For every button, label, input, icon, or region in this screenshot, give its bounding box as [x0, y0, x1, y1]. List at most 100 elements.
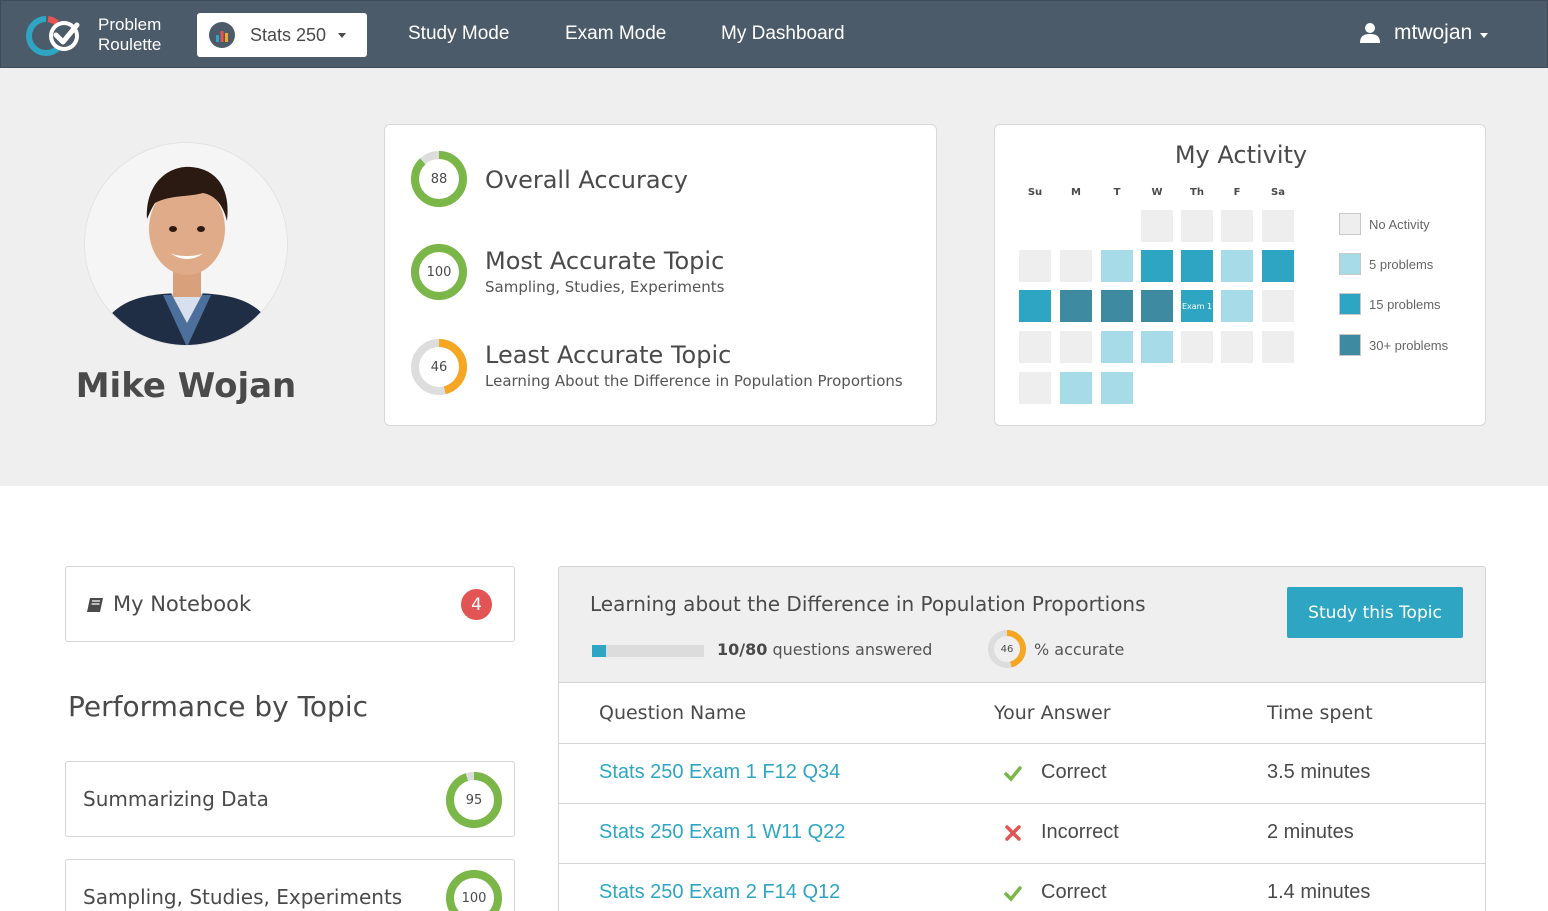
notebook-label: My Notebook — [113, 592, 252, 616]
legend-label: 30+ problems — [1369, 337, 1449, 353]
user-caret-icon — [1480, 32, 1489, 38]
my-notebook-button[interactable]: My Notebook 4 — [65, 566, 515, 642]
activity-day-cell[interactable] — [1141, 250, 1173, 282]
weekday-label: T — [1113, 187, 1121, 198]
activity-day-cell[interactable] — [1101, 331, 1133, 363]
legend-swatch — [1339, 253, 1361, 275]
column-header-question-name[interactable]: Question Name — [599, 702, 746, 724]
legend-label: No Activity — [1369, 216, 1430, 232]
topic-accuracy-ring-small: 46 — [988, 630, 1026, 668]
activity-day-cell[interactable] — [1221, 210, 1253, 242]
answer-result: Incorrect — [1041, 821, 1119, 843]
question-link[interactable]: Stats 250 Exam 2 F14 Q12 — [599, 881, 840, 904]
legend-swatch — [1339, 293, 1361, 315]
activity-day-cell[interactable] — [1060, 250, 1092, 282]
activity-day-cell[interactable] — [1141, 331, 1173, 363]
column-header-time-spent[interactable]: Time spent — [1267, 702, 1373, 724]
activity-day-cell[interactable] — [1060, 290, 1092, 322]
overall-accuracy-title: Overall Accuracy — [485, 166, 688, 194]
answer-result: Correct — [1041, 761, 1107, 783]
activity-day-cell[interactable] — [1101, 250, 1133, 282]
accuracy-label: % accurate — [1034, 640, 1125, 659]
topic-card-summarizing-data[interactable]: Summarizing Data 95 — [65, 761, 515, 837]
activity-day-cell[interactable] — [1262, 290, 1294, 322]
topic-accuracy-value: 95 — [465, 792, 483, 808]
nav-exam-mode[interactable]: Exam Mode — [565, 23, 666, 45]
activity-day-cell[interactable] — [1262, 250, 1294, 282]
accuracy-stats-card: 88 Overall Accuracy 100 Most Accurate To… — [384, 124, 937, 426]
least-accurate-value: 46 — [430, 359, 448, 375]
activity-day-cell[interactable] — [1101, 290, 1133, 322]
time-spent: 3.5 minutes — [1267, 761, 1371, 783]
activity-day-cell[interactable] — [1262, 210, 1294, 242]
least-accurate-row: 46 Least Accurate Topic Learning About t… — [411, 339, 903, 395]
overall-accuracy-ring: 88 — [411, 151, 467, 207]
activity-day-cell[interactable]: Exam 1 — [1181, 290, 1213, 322]
brand-name[interactable]: Problem Roulette — [98, 15, 161, 55]
weekday-label: F — [1233, 187, 1241, 198]
top-navbar: Problem Roulette Stats 250 Study Mode Ex… — [0, 0, 1548, 68]
questions-answered-count: 10/80 — [717, 640, 768, 659]
activity-day-cell[interactable] — [1262, 331, 1294, 363]
brand-line-2: Roulette — [98, 35, 162, 54]
table-row: Stats 250 Exam 1 W11 Q22 Incorrect 2 minut… — [559, 804, 1485, 864]
activity-day-cell[interactable] — [1019, 331, 1051, 363]
overall-accuracy-value: 88 — [430, 171, 448, 187]
activity-day-cell[interactable] — [1221, 331, 1253, 363]
activity-day-cell[interactable] — [1221, 250, 1253, 282]
time-spent: 1.4 minutes — [1267, 881, 1371, 903]
checkmark-icon — [1004, 886, 1022, 902]
question-link[interactable]: Stats 250 Exam 1 F12 Q34 — [599, 761, 840, 784]
topic-accuracy-value: 100 — [461, 890, 487, 906]
legend-swatch — [1339, 334, 1361, 356]
user-menu[interactable]: mtwojan — [1359, 21, 1489, 45]
nav-my-dashboard[interactable]: My Dashboard — [721, 23, 845, 45]
topic-detail-title: Learning about the Difference in Populat… — [590, 592, 1146, 616]
profile-name: Mike Wojan — [75, 366, 297, 406]
topic-card-sampling-studies[interactable]: Sampling, Studies, Experiments 100 — [65, 859, 515, 911]
activity-day-cell[interactable] — [1181, 331, 1213, 363]
topic-name: Sampling, Studies, Experiments — [83, 885, 403, 909]
activity-day-cell[interactable] — [1019, 372, 1051, 404]
weekday-label: M — [1071, 187, 1081, 198]
activity-day-cell[interactable] — [1181, 210, 1213, 242]
activity-day-cell[interactable] — [1181, 250, 1213, 282]
notebook-count-badge: 4 — [461, 589, 492, 620]
activity-day-cell[interactable] — [1221, 290, 1253, 322]
activity-day-cell[interactable] — [1141, 290, 1173, 322]
avatar — [84, 142, 288, 346]
activity-title: My Activity — [1174, 141, 1308, 169]
performance-by-topic-heading: Performance by Topic — [68, 690, 369, 723]
activity-legend-item: No Activity — [1339, 213, 1430, 235]
time-spent: 2 minutes — [1267, 821, 1354, 843]
activity-day-cell[interactable] — [1141, 210, 1173, 242]
topic-name: Summarizing Data — [83, 787, 269, 811]
activity-day-cell[interactable] — [1019, 290, 1051, 322]
overall-accuracy-row: 88 Overall Accuracy — [411, 151, 688, 207]
topic-detail-panel: Learning about the Difference in Populat… — [558, 566, 1486, 911]
questions-answered-text: 10/80 questions answered — [717, 640, 932, 659]
problem-roulette-logo-icon[interactable] — [25, 15, 87, 57]
course-select-dropdown[interactable]: Stats 250 — [197, 13, 367, 57]
questions-answered-label: questions answered — [772, 640, 933, 659]
weekday-label: W — [1151, 187, 1163, 198]
course-select-label: Stats 250 — [250, 24, 327, 45]
question-link[interactable]: Stats 250 Exam 1 W11 Q22 — [599, 821, 845, 844]
topic-accuracy-ring: 95 — [446, 772, 502, 828]
nav-study-mode[interactable]: Study Mode — [408, 23, 509, 45]
activity-calendar-card: My Activity Su M T W Th F Sa Exam 1 No Activity 5… — [994, 124, 1486, 426]
legend-label: 5 problems — [1369, 256, 1434, 272]
study-this-topic-button[interactable]: Study this Topic — [1287, 587, 1463, 638]
topic-accuracy-ring: 100 — [446, 870, 502, 911]
topic-detail-header: Learning about the Difference in Populat… — [559, 567, 1485, 683]
most-accurate-topic: Sampling, Studies, Experiments — [485, 278, 725, 296]
username: mtwojan — [1394, 21, 1473, 44]
table-row: Stats 250 Exam 1 F12 Q34 Correct 3.5 minut… — [559, 744, 1485, 804]
activity-day-cell[interactable] — [1101, 372, 1133, 404]
activity-day-cell[interactable] — [1060, 372, 1092, 404]
most-accurate-row: 100 Most Accurate Topic Sampling, Studie… — [411, 244, 724, 300]
least-accurate-ring: 46 — [411, 339, 467, 395]
activity-day-cell[interactable] — [1060, 331, 1092, 363]
activity-day-cell[interactable] — [1019, 250, 1051, 282]
column-header-your-answer[interactable]: Your Answer — [994, 702, 1111, 724]
